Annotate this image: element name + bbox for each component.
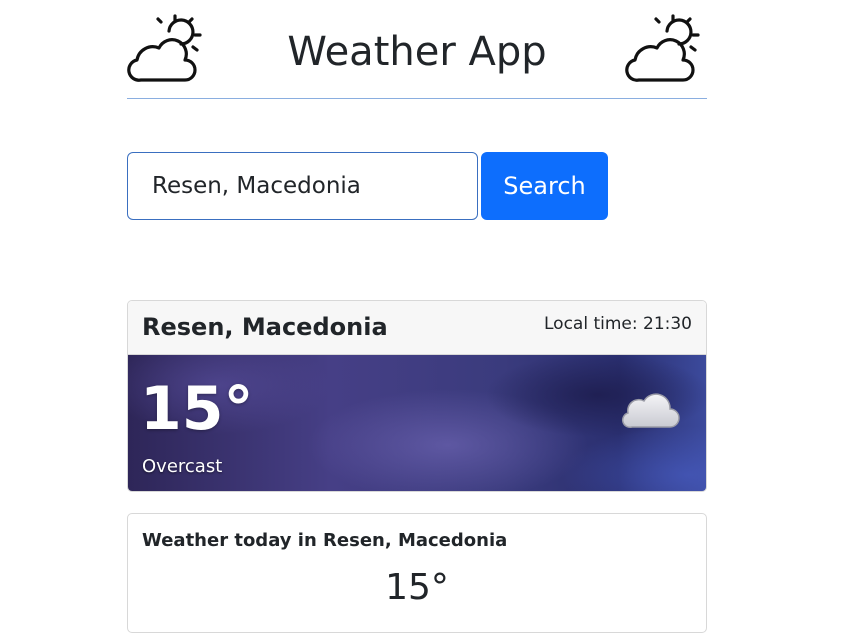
app-title: Weather App	[287, 29, 547, 75]
current-temperature: 15°	[140, 374, 254, 444]
app-container: Weather App Search Resen, Macedonia Loca…	[127, 0, 707, 633]
current-weather-card: Resen, Macedonia Local time: 21:30 15° O…	[127, 300, 707, 492]
search-form: Search	[127, 152, 707, 220]
today-temperature: 15°	[385, 567, 449, 608]
location-search-input[interactable]	[127, 152, 478, 220]
weather-condition: Overcast	[142, 456, 223, 477]
current-weather-body: 15° Overcast	[128, 355, 706, 491]
partly-cloudy-icon	[625, 14, 700, 82]
local-time: Local time: 21:30	[544, 314, 692, 334]
today-forecast-card: Weather today in Resen, Macedonia 15°	[127, 513, 707, 633]
search-button[interactable]: Search	[481, 152, 608, 220]
location-name: Resen, Macedonia	[142, 313, 388, 341]
today-forecast-title: Weather today in Resen, Macedonia	[142, 530, 508, 551]
current-weather-header: Resen, Macedonia Local time: 21:30	[128, 301, 706, 355]
cloud-icon	[622, 393, 680, 429]
app-header: Weather App	[127, 0, 707, 99]
